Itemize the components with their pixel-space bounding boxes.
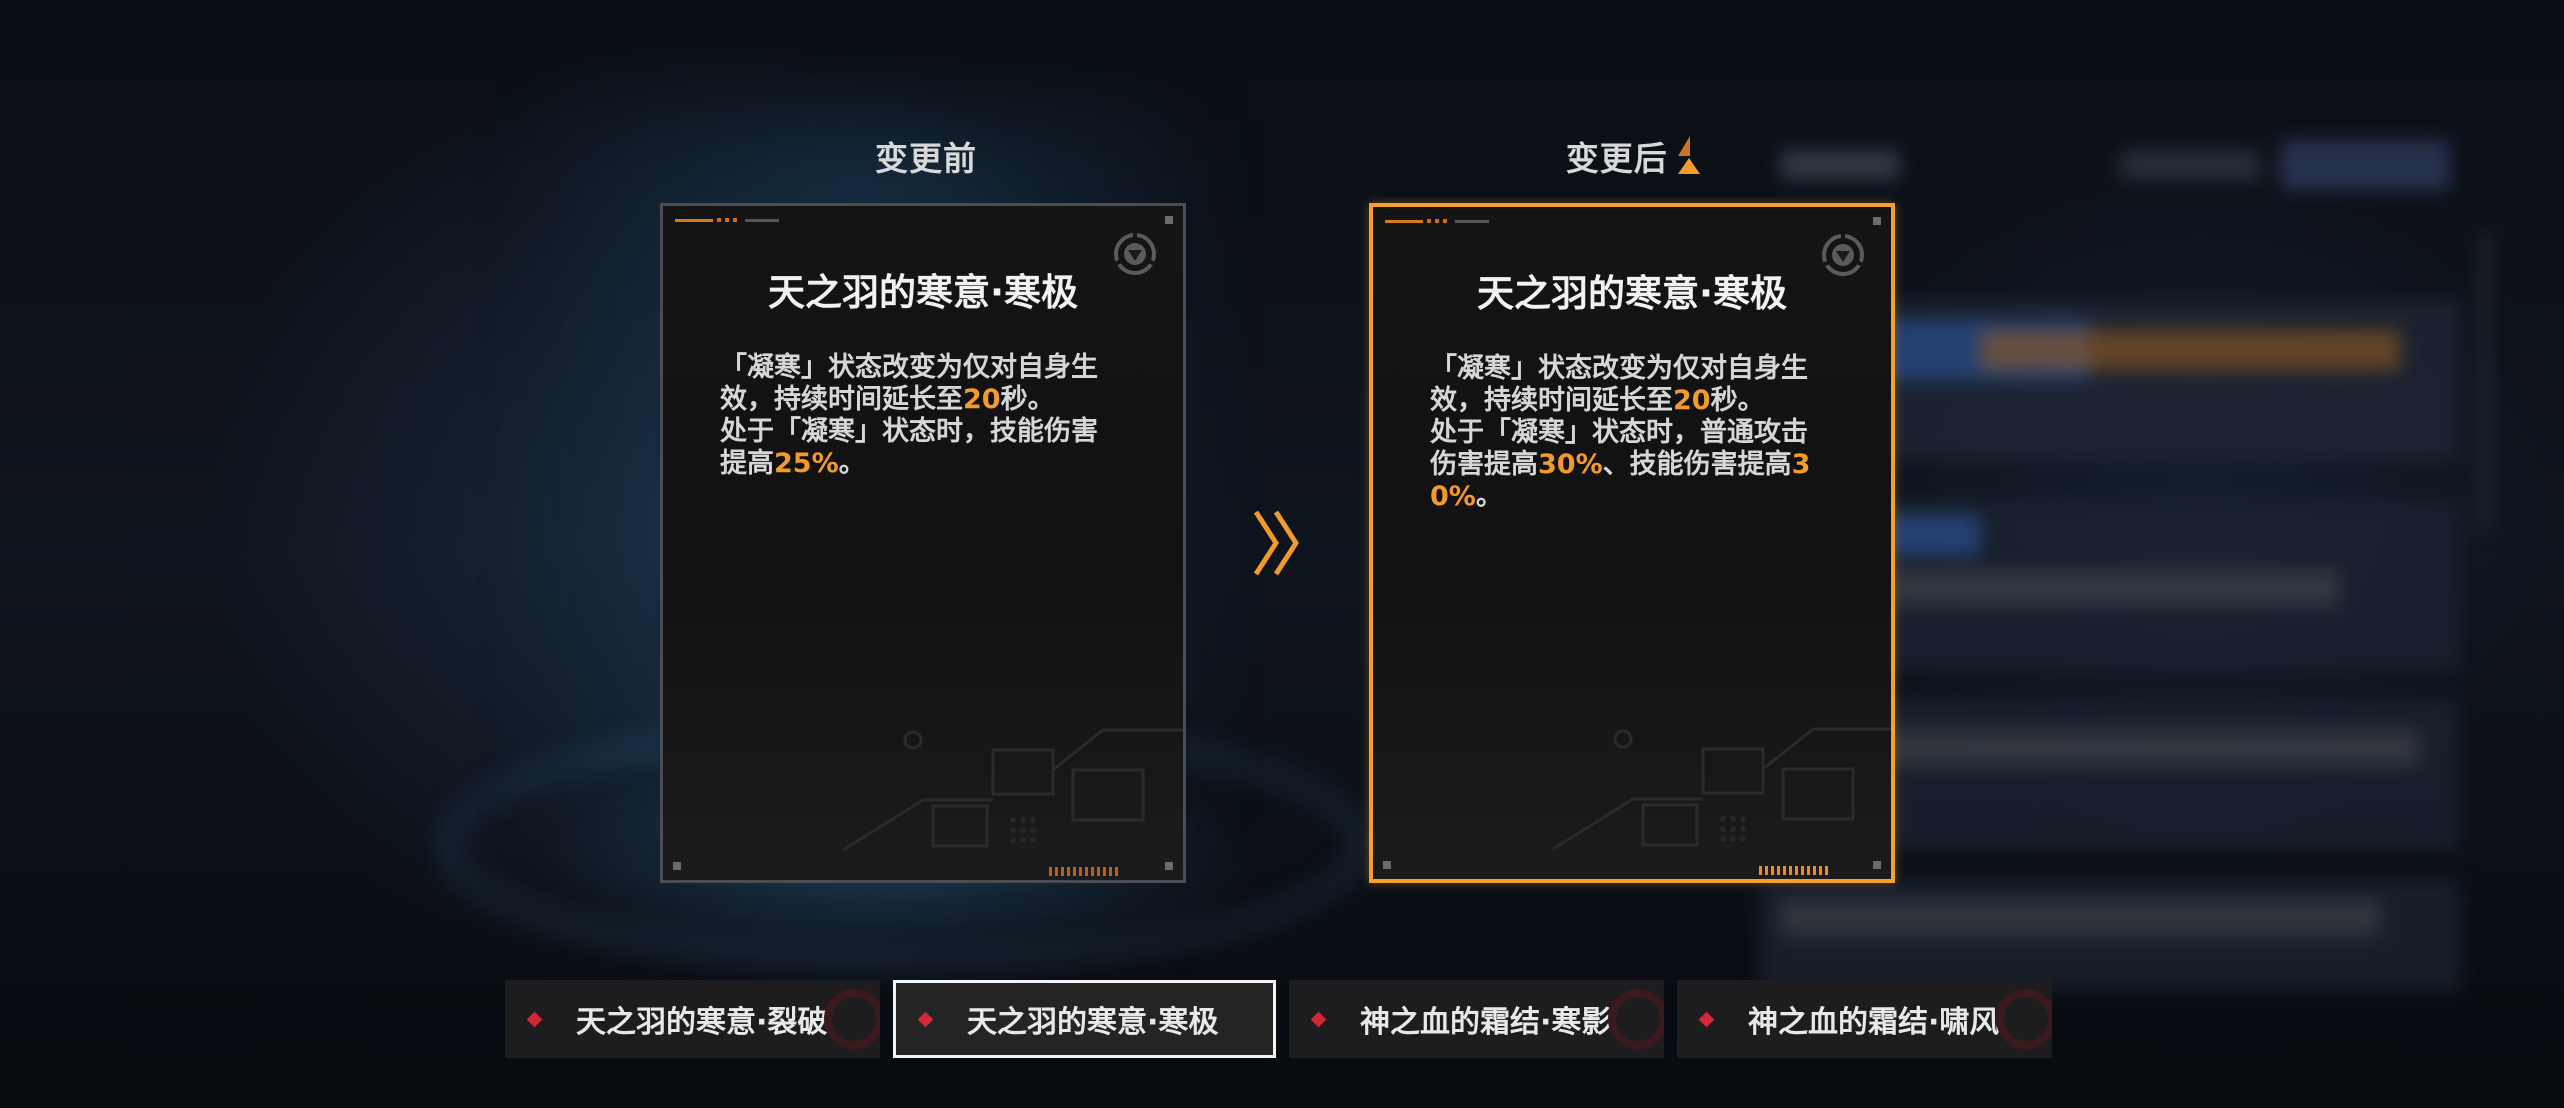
circuit-pattern xyxy=(843,728,1183,852)
card-title: 天之羽的寒意·寒极 xyxy=(1476,272,1788,315)
tab-skill-4[interactable]: 神之血的霜结·啸风 xyxy=(1677,980,2052,1058)
tab-skill-3[interactable]: 神之血的霜结·寒影 xyxy=(1289,980,1664,1058)
card-header-bar xyxy=(675,218,779,222)
desc-text: 秒。 xyxy=(1000,384,1055,415)
card-footer-ticks xyxy=(1049,867,1118,876)
before-title: 变更前 xyxy=(875,139,977,178)
emblem-watermark-icon xyxy=(1608,989,1664,1049)
skill-tab-bar: 天之羽的寒意·裂破 天之羽的寒意·寒极 神之血的霜结·寒影 神之血的霜结·啸风 xyxy=(505,980,2052,1058)
card-title: 天之羽的寒意·寒极 xyxy=(767,271,1079,314)
skill-change-screen: 变更前 变更后 天之羽的寒意·寒极 「凝寒」状态改变为仅对自身生效，持续时间延长… xyxy=(0,0,2564,1108)
card-footer-ticks xyxy=(1759,866,1828,875)
desc-text: 秒。 xyxy=(1710,385,1765,416)
corner-mark xyxy=(1873,217,1881,225)
before-card: 天之羽的寒意·寒极 「凝寒」状态改变为仅对自身生效，持续时间延长至20秒。 处于「… xyxy=(660,203,1186,883)
corner-mark xyxy=(1383,861,1391,869)
highlight-value: 20 xyxy=(1673,385,1711,416)
after-card: 天之羽的寒意·寒极 「凝寒」状态改变为仅对自身生效，持续时间延长至20秒。 处于「… xyxy=(1369,203,1895,883)
tab-label: 天之羽的寒意·寒极 xyxy=(967,1005,1219,1040)
desc-text: 。 xyxy=(1475,481,1503,512)
circuit-pattern xyxy=(1553,727,1891,851)
tab-label: 天之羽的寒意·裂破 xyxy=(576,1005,828,1040)
tab-skill-2[interactable]: 天之羽的寒意·寒极 xyxy=(893,980,1276,1058)
card-description: 「凝寒」状态改变为仅对自身生效，持续时间延长至20秒。 处于「凝寒」状态时，普通攻… xyxy=(1430,353,1830,513)
after-title: 变更后 xyxy=(1364,132,1904,180)
card-description: 「凝寒」状态改变为仅对自身生效，持续时间延长至20秒。 处于「凝寒」状态时，技能伤… xyxy=(720,352,1120,480)
after-title-label: 变更后 xyxy=(1565,139,1668,178)
card-header-bar xyxy=(1385,219,1489,223)
desc-text: 。 xyxy=(838,448,866,479)
diamond-marker-icon xyxy=(1310,1011,1327,1027)
emblem-watermark-icon xyxy=(1996,989,2052,1049)
highlight-value: 25% xyxy=(774,448,839,479)
corner-triangle-icon xyxy=(1678,136,1701,174)
diamond-marker-icon xyxy=(526,1011,543,1027)
diamond-marker-icon xyxy=(917,1011,934,1027)
diamond-marker-icon xyxy=(1698,1011,1715,1027)
highlight-value: 20 xyxy=(963,384,1001,415)
corner-mark xyxy=(673,862,681,870)
emblem-watermark-icon xyxy=(824,989,880,1049)
corner-mark xyxy=(1165,216,1173,224)
highlight-value: 30% xyxy=(1538,449,1603,480)
tab-label: 神之血的霜结·啸风 xyxy=(1748,1005,2000,1040)
tab-skill-1[interactable]: 天之羽的寒意·裂破 xyxy=(505,980,880,1058)
desc-text: 、技能伤害提高 xyxy=(1602,449,1792,480)
tab-label: 神之血的霜结·寒影 xyxy=(1360,1005,1612,1040)
double-chevron-right-icon xyxy=(1253,510,1299,576)
